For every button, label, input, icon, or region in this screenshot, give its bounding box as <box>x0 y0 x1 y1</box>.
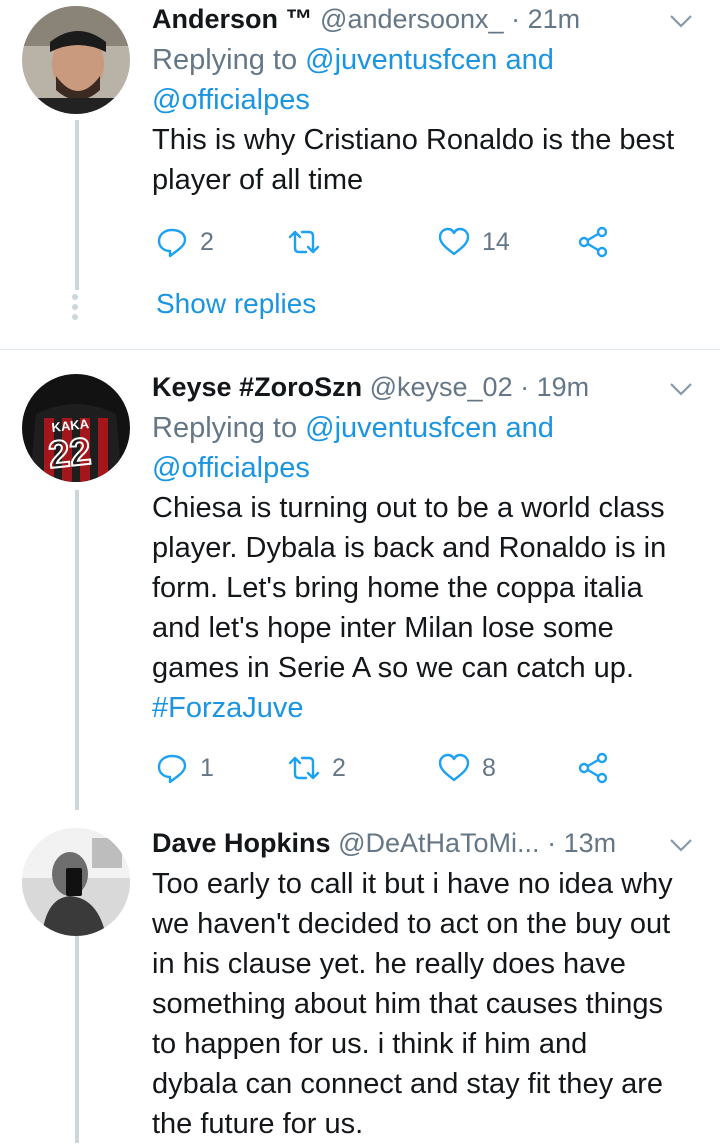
separator: · <box>511 4 521 34</box>
mention-juventusfcen[interactable]: @juventusfcen <box>305 44 497 76</box>
thread-line <box>75 120 79 290</box>
mention-juventusfcen[interactable]: @juventusfcen <box>305 412 497 444</box>
text-line: in his clause yet. he really does have <box>152 948 626 980</box>
text-line: we haven't decided to act on the buy out <box>152 908 671 940</box>
avatar[interactable] <box>22 828 130 936</box>
text-line: player. Dybala is back and Ronaldo is in <box>152 532 667 564</box>
display-name[interactable]: Dave Hopkins <box>152 828 331 858</box>
tweet-text: Too early to call it but i have no idea … <box>152 864 700 1144</box>
share-icon <box>578 752 608 784</box>
text-line: form. Let's bring home the coppa italia <box>152 572 643 604</box>
timestamp[interactable]: 13m <box>564 828 617 858</box>
text-line: Chiesa is turning out to be a world clas… <box>152 492 665 524</box>
reply-count: 2 <box>200 227 214 256</box>
text-line: dybala can connect and stay fit they are <box>152 1068 664 1100</box>
avatar[interactable]: KAKA 22 <box>22 374 130 482</box>
reply-count: 1 <box>200 753 214 782</box>
tweet-1[interactable]: Anderson ™ @andersoonx_ · 21m Replying t… <box>0 0 720 350</box>
retweet-icon <box>288 230 320 254</box>
like-icon <box>438 753 470 782</box>
replying-prefix: Replying to <box>152 412 306 444</box>
handle[interactable]: @keyse_02 <box>370 372 513 402</box>
tweet-2[interactable]: KAKA 22 Keyse #ZoroSzn @keyse_02 · 19m R… <box>0 350 720 810</box>
show-replies-link[interactable]: Show replies <box>156 288 316 320</box>
text-line: Too early to call it but i have no idea … <box>152 868 673 900</box>
hashtag-forzajuve[interactable]: #ForzaJuve <box>152 688 700 728</box>
jersey-number: 22 <box>47 431 93 477</box>
avatar[interactable] <box>22 6 130 114</box>
like-count: 8 <box>482 753 496 782</box>
text-line: player of all time <box>152 164 364 196</box>
tweet-header: Anderson ™ @andersoonx_ · 21m <box>152 2 700 36</box>
mention-officialpes[interactable]: @officialpes <box>152 84 310 116</box>
tweet-header: Dave Hopkins @DeAtHaToMi... · 13m <box>152 826 700 860</box>
chevron-down-icon[interactable] <box>668 832 694 858</box>
like-count: 14 <box>482 227 510 256</box>
reply-button[interactable]: 2 <box>156 222 214 262</box>
text-line: something about him that causes things <box>152 988 664 1020</box>
text-line: the future for us. <box>152 1108 364 1140</box>
tweet-header: Keyse #ZoroSzn @keyse_02 · 19m <box>152 370 700 404</box>
separator: · <box>520 372 530 402</box>
replying-to: Replying to @juventusfcen and @officialp… <box>152 40 700 120</box>
retweet-icon <box>288 756 320 780</box>
share-icon <box>578 226 608 258</box>
text-line: to happen for us. i think if him and <box>152 1028 588 1060</box>
reply-button[interactable]: 1 <box>156 748 214 788</box>
retweet-count: 2 <box>332 753 346 782</box>
share-button[interactable] <box>578 748 610 788</box>
text-line: This is why Cristiano Ronaldo is the bes… <box>152 124 675 156</box>
chevron-down-icon[interactable] <box>668 376 694 402</box>
avatar-photo: KAKA 22 <box>22 374 130 482</box>
separator: · <box>547 828 557 858</box>
reply-icon <box>157 228 187 258</box>
chevron-down-icon[interactable] <box>668 8 694 34</box>
timestamp[interactable]: 21m <box>528 4 581 34</box>
tweet-3[interactable]: Dave Hopkins @DeAtHaToMi... · 13m Too ea… <box>0 810 720 1143</box>
share-button[interactable] <box>578 222 610 262</box>
thread-line <box>75 490 79 810</box>
replying-and[interactable]: and <box>497 412 553 444</box>
text-line: and let's hope inter Milan lose some <box>152 612 614 644</box>
display-name[interactable]: Anderson ™ <box>152 4 313 34</box>
retweet-button[interactable]: 2 <box>288 748 346 788</box>
display-name[interactable]: Keyse #ZoroSzn <box>152 372 362 402</box>
like-button[interactable]: 8 <box>438 748 496 788</box>
action-bar: 2 14 <box>152 222 622 262</box>
replying-to: Replying to @juventusfcen and @officialp… <box>152 408 700 488</box>
handle[interactable]: @andersoonx_ <box>320 4 504 34</box>
more-replies-dots <box>72 294 78 324</box>
avatar-photo <box>22 6 130 114</box>
tweet-text: This is why Cristiano Ronaldo is the bes… <box>152 120 700 200</box>
handle[interactable]: @DeAtHaToMi... <box>338 828 539 858</box>
avatar-photo <box>22 828 130 936</box>
timestamp[interactable]: 19m <box>537 372 590 402</box>
thread-line <box>75 936 79 1143</box>
tweet-text: Chiesa is turning out to be a world clas… <box>152 488 700 728</box>
replying-and[interactable]: and <box>497 44 553 76</box>
replying-prefix: Replying to <box>152 44 306 76</box>
text-line: games in Serie A so we can catch up. <box>152 652 634 684</box>
like-button[interactable]: 14 <box>438 222 510 262</box>
mention-officialpes[interactable]: @officialpes <box>152 452 310 484</box>
retweet-button[interactable] <box>288 222 332 262</box>
like-icon <box>438 227 470 256</box>
reply-icon <box>157 754 187 784</box>
action-bar: 1 2 8 <box>152 748 622 788</box>
